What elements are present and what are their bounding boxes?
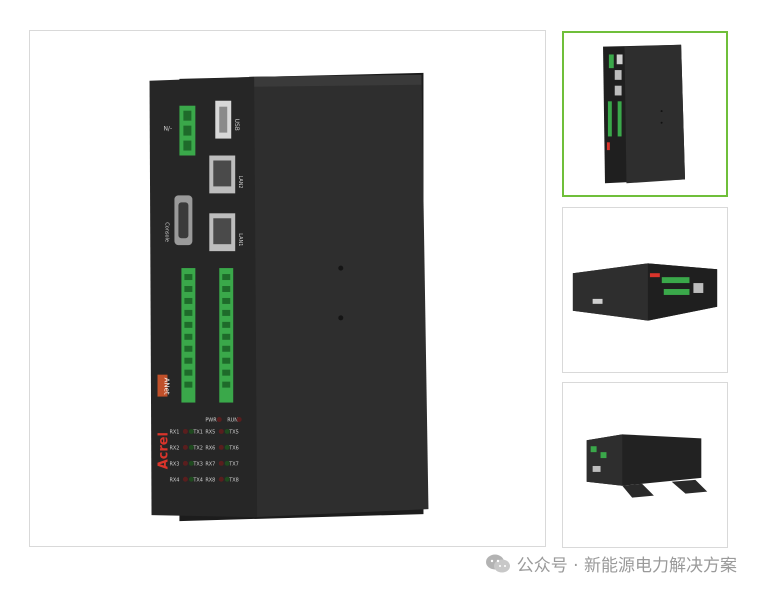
- power-label: N/-: [163, 126, 172, 133]
- main-product-image: N/- USB Console LAN2 LAN1 ANet Acrel PWR…: [29, 30, 546, 547]
- rx5-label: RX5: [205, 429, 215, 435]
- run-label: RUN: [227, 417, 238, 423]
- lan2-label: LAN2: [237, 175, 243, 188]
- rx4-label: RX4: [169, 477, 179, 483]
- watermark: 公众号 · 新能源电力解决方案: [485, 551, 737, 576]
- rx6-label: RX6: [205, 445, 215, 451]
- thumbnail-side-view[interactable]: [562, 207, 728, 373]
- pwr-label: PWR: [205, 417, 217, 423]
- wechat-icon: [485, 554, 510, 572]
- rx2-label: RX2: [169, 445, 179, 451]
- model-label: ANet: [162, 378, 170, 395]
- tx4-label: TX4: [192, 477, 203, 483]
- thumbnail-side-image: [572, 263, 718, 321]
- device-illustration: N/- USB Console LAN2 LAN1 ANet Acrel PWR…: [149, 72, 429, 522]
- lan1-label: LAN1: [237, 233, 243, 246]
- tx6-label: TX6: [228, 445, 239, 451]
- rx8-label: RX8: [205, 477, 215, 483]
- usb-label: USB: [233, 119, 240, 131]
- thumbnail-rear-view[interactable]: [562, 382, 728, 548]
- tx2-label: TX2: [192, 445, 203, 451]
- console-label: Console: [163, 222, 169, 242]
- thumbnail-rear-image: [586, 434, 708, 498]
- watermark-text: 公众号 · 新能源电力解决方案: [516, 556, 737, 576]
- thumbnail-front-image: [603, 44, 686, 184]
- tx5-label: TX5: [228, 429, 239, 435]
- rx3-label: RX3: [169, 461, 179, 467]
- tx3-label: TX3: [192, 461, 203, 467]
- tx1-label: TX1: [192, 429, 203, 435]
- rx1-label: RX1: [169, 429, 179, 435]
- tx7-label: TX7: [228, 461, 239, 467]
- thumbnail-front-view[interactable]: [562, 31, 728, 197]
- tx8-label: TX8: [228, 477, 239, 483]
- rx7-label: RX7: [205, 461, 215, 467]
